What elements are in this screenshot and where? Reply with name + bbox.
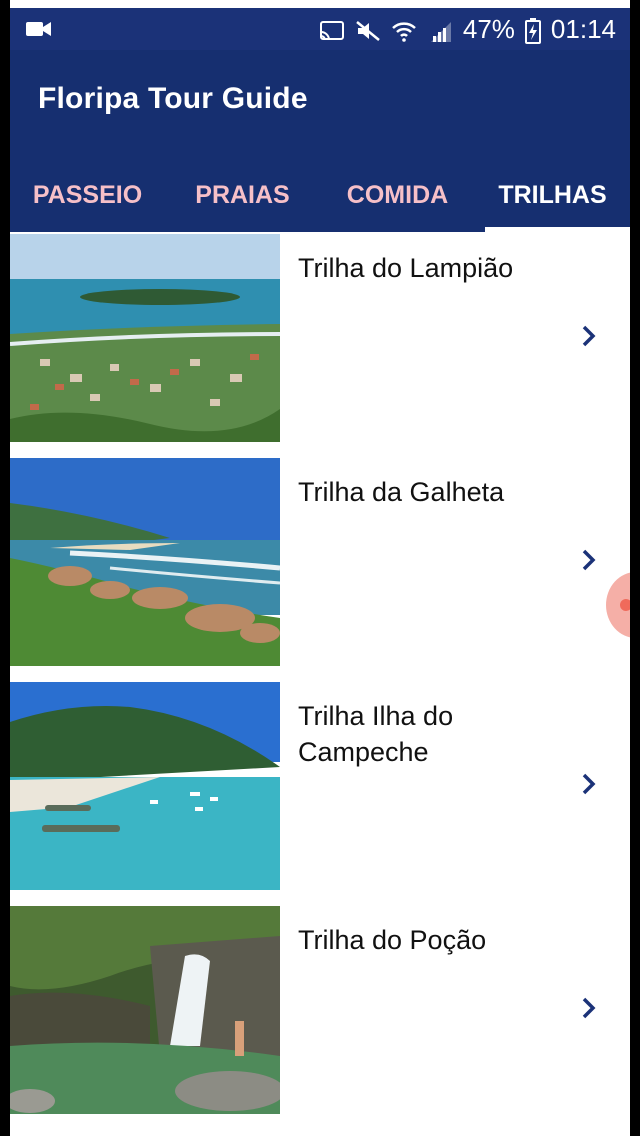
item-title: Trilha Ilha do Campeche <box>298 701 454 767</box>
list-item[interactable]: Trilha da Galheta <box>10 456 630 680</box>
app-bar: Floripa Tour Guide PASSEIO PRAIAS COMIDA… <box>10 50 630 232</box>
tab-comida[interactable]: COMIDA <box>320 158 475 232</box>
tab-bar: PASSEIO PRAIAS COMIDA TRILHAS <box>10 158 630 232</box>
battery-level: 47% <box>462 13 515 44</box>
status-bar: 47% 01:14 <box>10 8 630 50</box>
tab-trilhas[interactable]: TRILHAS <box>475 158 630 232</box>
mute-icon <box>355 18 381 41</box>
clock: 01:14 <box>550 13 616 44</box>
tab-passeio[interactable]: PASSEIO <box>10 158 165 232</box>
chevron-right-icon <box>582 773 596 795</box>
wifi-icon <box>391 18 417 42</box>
island-boats-photo <box>10 682 280 890</box>
page-title: Floripa Tour Guide <box>38 82 308 115</box>
chevron-right-icon <box>582 325 596 347</box>
app-screen: 47% 01:14 Floripa Tour Guide PASSEIO PRA… <box>10 0 630 1136</box>
chevron-right-icon <box>582 997 596 1019</box>
trail-list: Trilha do Lampião Trilha da Galheta Tril… <box>10 232 630 1128</box>
list-item[interactable]: Trilha do Lampião <box>10 232 630 456</box>
item-title: Trilha do Lampião <box>298 253 514 283</box>
item-title: Trilha da Galheta <box>298 477 505 507</box>
beach-rocks-photo <box>10 458 280 666</box>
list-item[interactable]: Trilha Ilha do Campeche <box>10 680 630 904</box>
item-title: Trilha do Poção <box>298 925 487 955</box>
battery-charging-icon <box>524 18 541 44</box>
list-item[interactable]: Trilha do Poção <box>10 904 630 1128</box>
cast-icon <box>319 18 345 41</box>
waterfall-pool-photo <box>10 906 280 1114</box>
chevron-right-icon <box>582 549 596 571</box>
tab-praias[interactable]: PRAIAS <box>165 158 320 232</box>
signal-icon <box>427 18 453 42</box>
video-icon <box>26 19 52 44</box>
coastal-town-island-photo <box>10 234 280 442</box>
